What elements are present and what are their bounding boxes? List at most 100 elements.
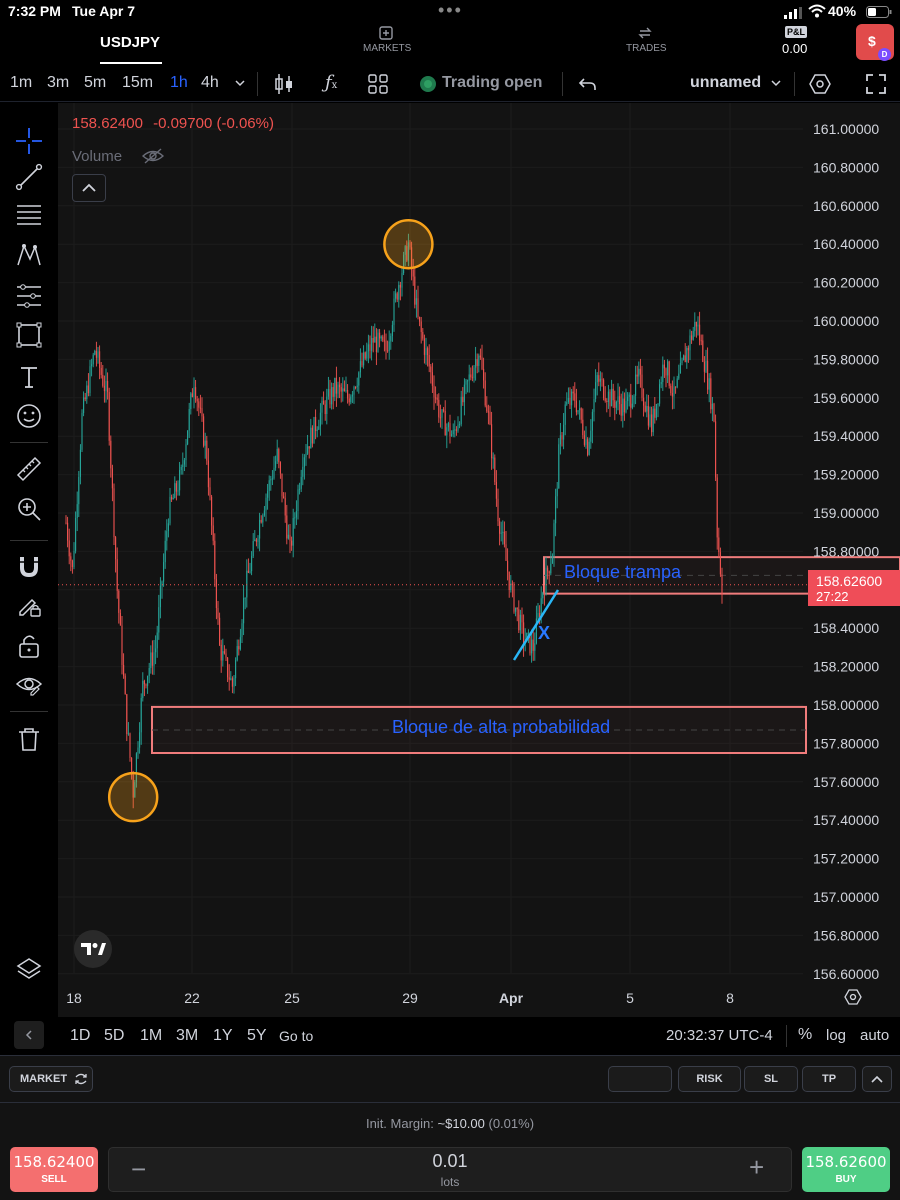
- candle: [182, 452, 184, 475]
- candle: [651, 406, 653, 437]
- candle: [99, 345, 101, 380]
- ruler-icon[interactable]: [13, 453, 45, 485]
- collapse-legend-button[interactable]: [72, 174, 106, 202]
- range-5d[interactable]: 5D: [104, 1027, 124, 1045]
- timeframe-3m[interactable]: 3m: [47, 74, 69, 92]
- auto-toggle[interactable]: auto: [860, 1027, 889, 1044]
- hidden-eye-icon[interactable]: [141, 147, 165, 170]
- symbol-tab[interactable]: USDJPY: [100, 34, 160, 51]
- candle: [259, 512, 261, 552]
- chart-pane[interactable]: 161.00000 160.80000 160.60000 160.40000 160.…: [58, 103, 900, 1017]
- candle: [199, 394, 201, 414]
- candle: [419, 316, 421, 327]
- layout-name[interactable]: unnamed: [690, 74, 761, 92]
- prediction-icon[interactable]: [13, 280, 45, 312]
- layers-icon[interactable]: [13, 953, 45, 985]
- candle: [71, 559, 73, 574]
- unlock-icon[interactable]: [13, 630, 45, 662]
- candle: [255, 537, 257, 547]
- sl-button[interactable]: SL: [744, 1066, 798, 1092]
- rectangle-icon[interactable]: [13, 319, 45, 351]
- collapse-ranges-button[interactable]: [14, 1021, 44, 1049]
- candle: [396, 291, 398, 303]
- candle: [649, 406, 651, 428]
- templates-icon[interactable]: [367, 73, 389, 100]
- candle: [622, 391, 624, 428]
- goto-button[interactable]: Go to: [279, 1028, 313, 1044]
- candle: [708, 373, 710, 403]
- candle: [310, 418, 312, 449]
- candle: [137, 741, 139, 759]
- risk-button[interactable]: RISK: [678, 1066, 741, 1092]
- range-1y[interactable]: 1Y: [213, 1027, 233, 1045]
- undo-icon[interactable]: [578, 74, 598, 99]
- trades-tab[interactable]: TRADES: [626, 43, 667, 54]
- range-3m[interactable]: 3M: [176, 1027, 198, 1045]
- candle: [78, 470, 80, 518]
- chevron-down-icon[interactable]: [234, 76, 246, 94]
- candle: [580, 407, 582, 424]
- x-axis-tick: 18: [66, 990, 82, 1006]
- candle: [639, 358, 641, 388]
- clock[interactable]: 20:32:37 UTC-4: [666, 1027, 773, 1044]
- fib-levels-icon[interactable]: [13, 199, 45, 231]
- increase-quantity-button[interactable]: +: [749, 1152, 764, 1183]
- account-button[interactable]: $ D: [856, 24, 894, 61]
- settings-hexagon-icon[interactable]: [808, 72, 832, 101]
- sell-button[interactable]: 158.62400 SELL: [10, 1147, 98, 1192]
- timeframe-15m[interactable]: 15m: [122, 74, 153, 92]
- quantity-value[interactable]: 0.01: [109, 1151, 791, 1172]
- price-chart[interactable]: 161.00000 160.80000 160.60000 160.40000 160.…: [58, 103, 900, 1017]
- tradingview-logo[interactable]: [74, 930, 112, 968]
- text-icon[interactable]: [13, 361, 45, 393]
- candle: [508, 571, 510, 598]
- order-type-button[interactable]: MARKET: [9, 1066, 93, 1092]
- expand-panel-button[interactable]: [862, 1066, 892, 1092]
- candle: [668, 360, 670, 389]
- fullscreen-icon[interactable]: [864, 72, 888, 101]
- highlight-circle[interactable]: [383, 218, 434, 270]
- y-axis-tick: 159.60000: [813, 390, 879, 406]
- markets-tab[interactable]: MARKETS: [363, 43, 411, 54]
- y-axis-tick: 156.80000: [813, 927, 879, 943]
- candle: [204, 432, 206, 459]
- timeframe-5m[interactable]: 5m: [84, 74, 106, 92]
- timeframe-1m[interactable]: 1m: [10, 74, 32, 92]
- trash-icon[interactable]: [13, 723, 45, 755]
- candles-icon[interactable]: [273, 72, 295, 101]
- log-toggle[interactable]: log: [826, 1027, 846, 1044]
- x-axis-tick: 22: [184, 990, 200, 1006]
- candle: [289, 524, 291, 554]
- quantity-mode-button[interactable]: [608, 1066, 672, 1092]
- axis-settings-icon[interactable]: [844, 989, 862, 1005]
- range-1m[interactable]: 1M: [140, 1027, 162, 1045]
- lock-drawings-icon[interactable]: [13, 590, 45, 622]
- candle: [177, 480, 179, 496]
- candle: [140, 693, 142, 745]
- tp-button[interactable]: TP: [802, 1066, 856, 1092]
- chevron-left-icon: [25, 1030, 32, 1040]
- pnl-label: P&L: [785, 26, 807, 38]
- candle: [655, 403, 657, 421]
- zoom-icon[interactable]: [13, 493, 45, 525]
- magnet-icon[interactable]: [13, 551, 45, 583]
- timeframe-1h[interactable]: 1h: [170, 74, 188, 92]
- quantity-stepper[interactable]: − 0.01 lots +: [108, 1147, 792, 1192]
- layout-chevron-down-icon[interactable]: [770, 76, 782, 94]
- range-1d[interactable]: 1D: [70, 1027, 90, 1045]
- dollar-icon: $: [868, 33, 876, 49]
- pattern-icon[interactable]: [13, 239, 45, 271]
- emoji-icon[interactable]: [13, 400, 45, 432]
- buy-button[interactable]: 158.62600 BUY: [802, 1147, 890, 1192]
- hide-drawings-icon[interactable]: [13, 669, 45, 701]
- crosshair-icon[interactable]: [13, 125, 45, 157]
- multitask-dots-icon[interactable]: •••: [438, 0, 463, 21]
- range-5y[interactable]: 5Y: [247, 1027, 267, 1045]
- percent-toggle[interactable]: %: [798, 1026, 812, 1044]
- highlight-circle[interactable]: [107, 771, 159, 823]
- candle: [358, 371, 360, 394]
- trend-line-icon[interactable]: [13, 161, 45, 193]
- timeframe-4h[interactable]: 4h: [201, 74, 219, 92]
- indicators-icon[interactable]: ƒx: [325, 72, 337, 93]
- candle: [307, 434, 309, 455]
